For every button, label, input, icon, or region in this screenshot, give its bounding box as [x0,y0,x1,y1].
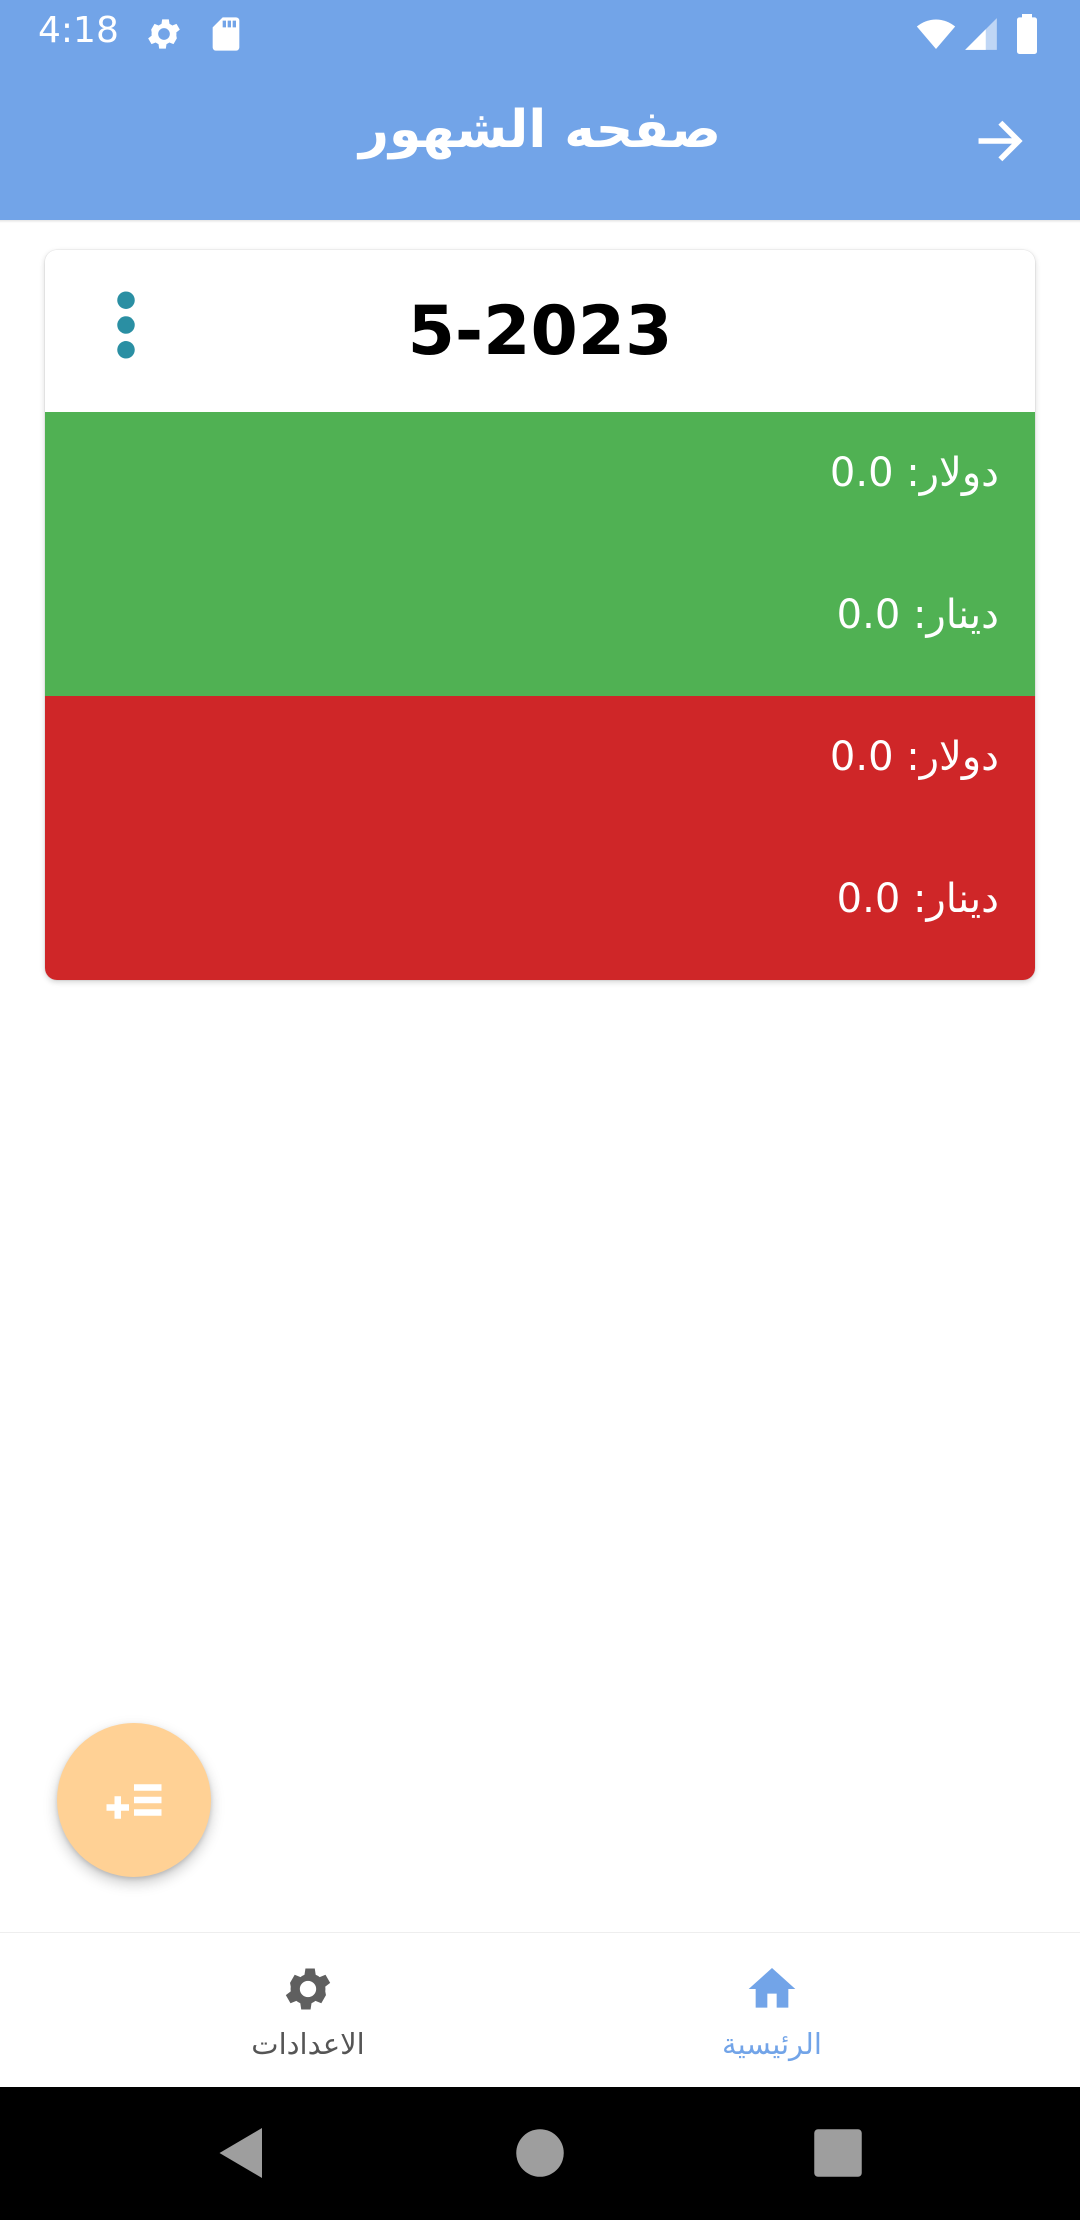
home-icon [748,1968,796,2008]
back-icon[interactable] [212,2123,272,2183]
battery-icon [1017,14,1037,54]
bottom-navigation: الاعدادات الرئيسية [0,1932,1080,2088]
arrow-right-icon[interactable] [972,113,1028,169]
recents-icon[interactable] [808,2123,868,2183]
nav-item-settings[interactable]: الاعدادات [158,1933,458,2088]
wifi-icon [916,19,956,49]
nav-item-home[interactable]: الرئيسية [622,1933,922,2088]
expense-dinar: دينار: 0.0 [836,876,999,922]
status-bar: 4:18 [0,0,1080,66]
screen: 4:18 صفحه الشهور 5-2023 دولار: 0.0 دينار… [0,0,1080,2220]
income-dinar: دينار: 0.0 [836,592,999,638]
nav-label-home: الرئيسية [722,2027,822,2061]
expense-block: دولار: 0.0 دينار: 0.0 [45,696,1035,980]
nav-label-settings: الاعدادات [251,2027,365,2061]
top-bar: 4:18 صفحه الشهور [0,0,1080,220]
income-dollar: دولار: 0.0 [829,450,999,496]
add-list-icon [106,1784,162,1819]
month-title: 5-2023 [407,292,673,371]
month-card[interactable]: 5-2023 دولار: 0.0 دينار: 0.0 دولار: 0.0 … [45,250,1035,980]
card-header: 5-2023 [45,250,1035,412]
status-time: 4:18 [38,10,119,51]
home-circle-icon[interactable] [510,2123,570,2183]
expense-dollar: دولار: 0.0 [829,734,999,780]
gear-icon [148,19,180,49]
gear-icon [285,1968,331,2010]
add-button[interactable] [57,1723,211,1877]
signal-icon [965,18,997,50]
sd-card-icon [212,17,240,51]
income-block: دولار: 0.0 دينار: 0.0 [45,412,1035,696]
appbar-shadow [0,220,1080,223]
page-title: صفحه الشهور [359,100,721,160]
more-vertical-icon[interactable] [111,290,141,360]
system-navigation-bar [0,2087,1080,2220]
